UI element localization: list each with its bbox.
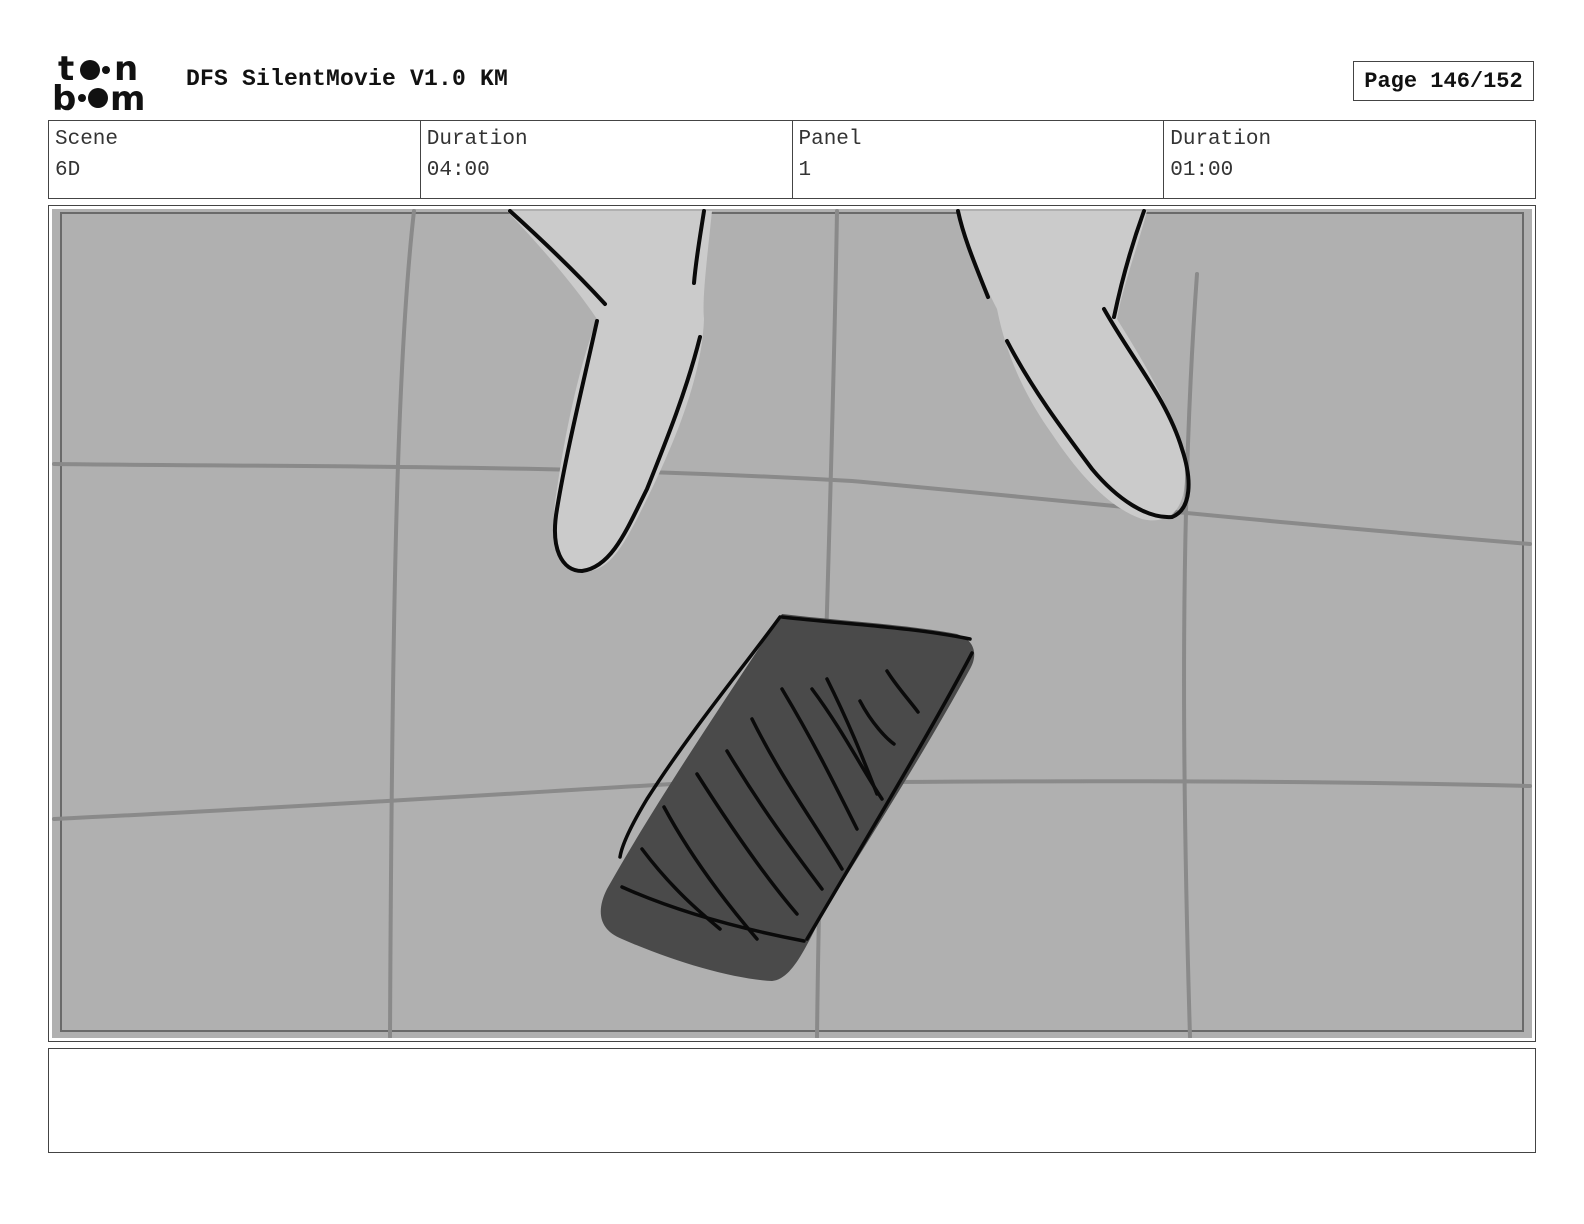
- scene-label: Scene: [55, 128, 119, 151]
- panel-value: 1: [798, 159, 812, 182]
- scene-value: 6D: [55, 159, 81, 182]
- page-label: Page 146/152: [1364, 68, 1523, 94]
- panel-duration-label: Duration: [1170, 128, 1272, 151]
- scene-cell: Scene 6D: [49, 121, 421, 198]
- panel-duration-cell: Duration 01:00: [1164, 121, 1535, 198]
- storyboard-panel: [48, 205, 1536, 1042]
- panel-label: Panel: [798, 128, 862, 151]
- scene-duration-cell: Duration 04:00: [421, 121, 793, 198]
- svg-text:b: b: [52, 79, 76, 112]
- svg-text:m: m: [110, 79, 145, 112]
- scene-duration-value: 04:00: [426, 159, 490, 182]
- panel-cell: Panel 1: [793, 121, 1165, 198]
- scene-duration-label: Duration: [426, 128, 528, 151]
- panel-notes-box: [48, 1048, 1536, 1153]
- scene-info-table: Scene 6D Duration 04:00 Panel 1 Duration…: [48, 120, 1536, 199]
- document-title: DFS SilentMovie V1.0 KM: [186, 66, 509, 92]
- page-indicator: Page 146/152: [1353, 61, 1534, 101]
- toon-boom-logo: t n b m: [52, 50, 145, 112]
- panel-sketch: [52, 209, 1532, 1038]
- panel-duration-value: 01:00: [1170, 159, 1234, 182]
